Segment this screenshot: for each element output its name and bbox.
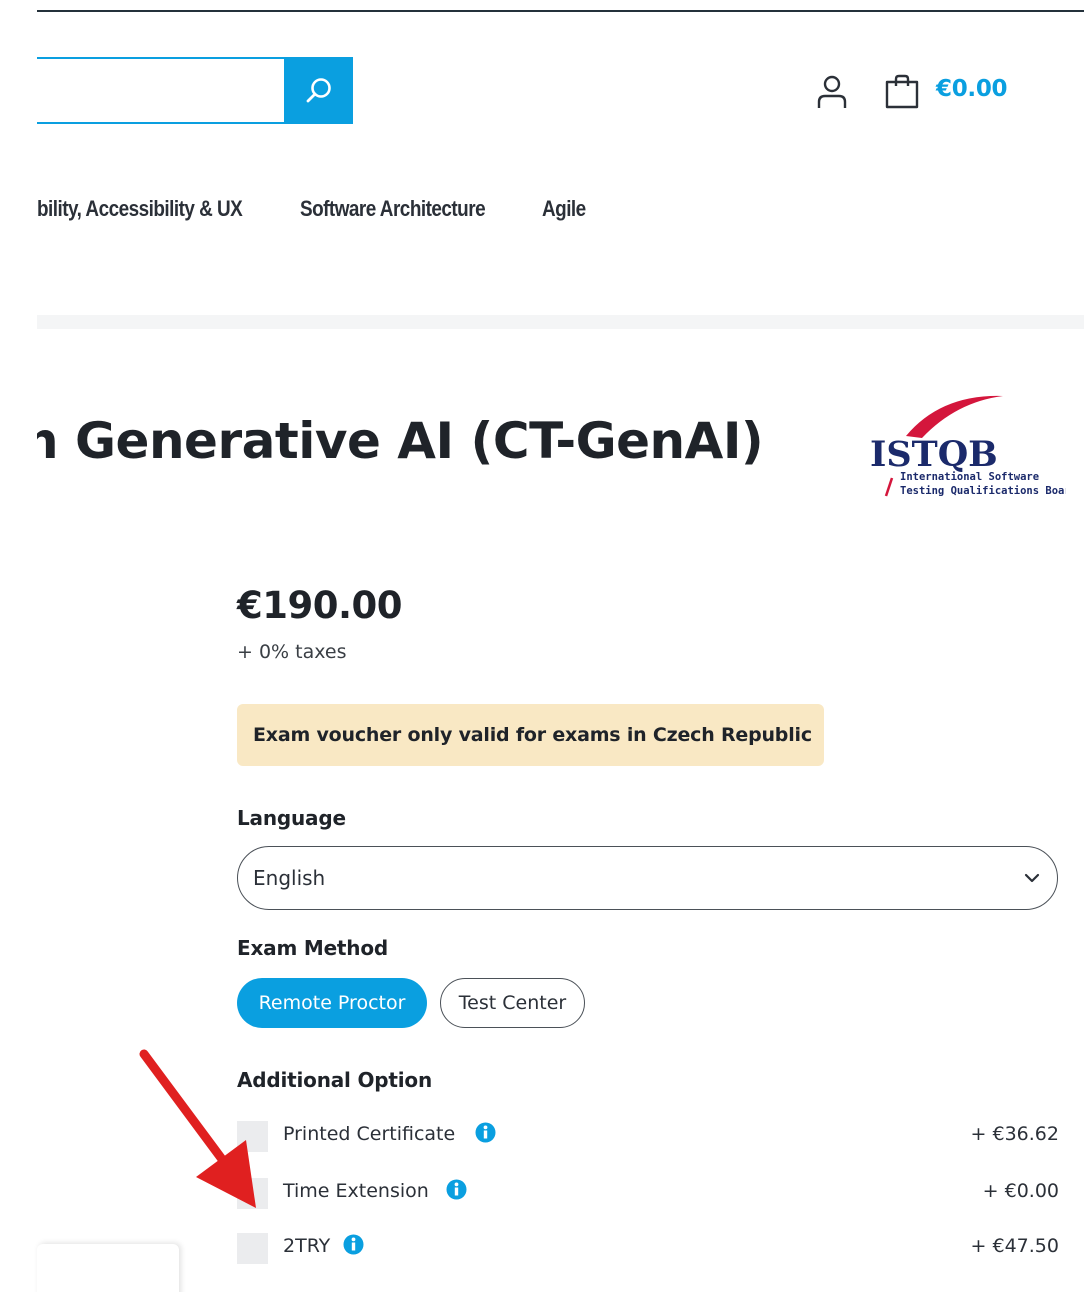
remote-proctor-button[interactable]: Remote Proctor xyxy=(237,978,427,1028)
shopping-bag-icon[interactable] xyxy=(884,74,920,110)
page-title: h Generative AI (CT-GenAI) xyxy=(37,412,764,470)
nav-item-usability-accessibility-ux[interactable]: bility, Accessibility & UX xyxy=(37,196,243,222)
nav-item-software-architecture[interactable]: Software Architecture xyxy=(300,196,486,222)
option-printed-certificate: Printed Certificate + €36.62 xyxy=(237,1119,1059,1153)
search-icon xyxy=(306,77,331,102)
search-input[interactable] xyxy=(37,57,284,124)
exam-method-label: Exam Method xyxy=(237,936,388,960)
option-time-extension: Time Extension + €0.00 xyxy=(237,1176,1059,1210)
nav-item-agile[interactable]: Agile xyxy=(542,196,586,222)
chevron-down-icon xyxy=(1024,873,1040,883)
option-price: + €36.62 xyxy=(970,1123,1059,1145)
option-label: Printed Certificate xyxy=(283,1123,456,1145)
option-price: + €47.50 xyxy=(970,1235,1059,1257)
test-center-button[interactable]: Test Center xyxy=(440,978,585,1028)
info-icon[interactable] xyxy=(343,1234,364,1255)
svg-text:ISTQB: ISTQB xyxy=(870,434,998,475)
search-button[interactable] xyxy=(284,57,353,124)
red-arrow-annotation xyxy=(139,1049,256,1208)
info-icon[interactable] xyxy=(446,1179,467,1200)
floating-card xyxy=(37,1244,179,1292)
language-label: Language xyxy=(237,806,346,830)
cart-total[interactable]: €0.00 xyxy=(936,76,1008,102)
option-label: Time Extension xyxy=(283,1180,429,1202)
info-icon[interactable] xyxy=(475,1122,496,1143)
language-select[interactable]: English xyxy=(237,846,1058,910)
product-price: €190.00 xyxy=(237,584,403,627)
2try-checkbox[interactable] xyxy=(237,1233,268,1264)
option-label: 2TRY xyxy=(283,1235,331,1257)
language-selected-value: English xyxy=(253,866,326,890)
svg-text:International Software: International Software xyxy=(900,471,1039,483)
svg-text:Testing Qualifications Board: Testing Qualifications Board xyxy=(900,485,1066,497)
tax-note: + 0% taxes xyxy=(237,641,347,663)
top-divider xyxy=(37,10,1084,12)
voucher-notice: Exam voucher only valid for exams in Cze… xyxy=(237,704,824,766)
istqb-logo: ISTQB International Software Testing Qua… xyxy=(870,395,1066,497)
option-price: + €0.00 xyxy=(982,1180,1059,1202)
account-icon[interactable] xyxy=(815,74,849,110)
header-band xyxy=(37,315,1084,329)
option-2try: 2TRY + €47.50 xyxy=(237,1231,1059,1265)
